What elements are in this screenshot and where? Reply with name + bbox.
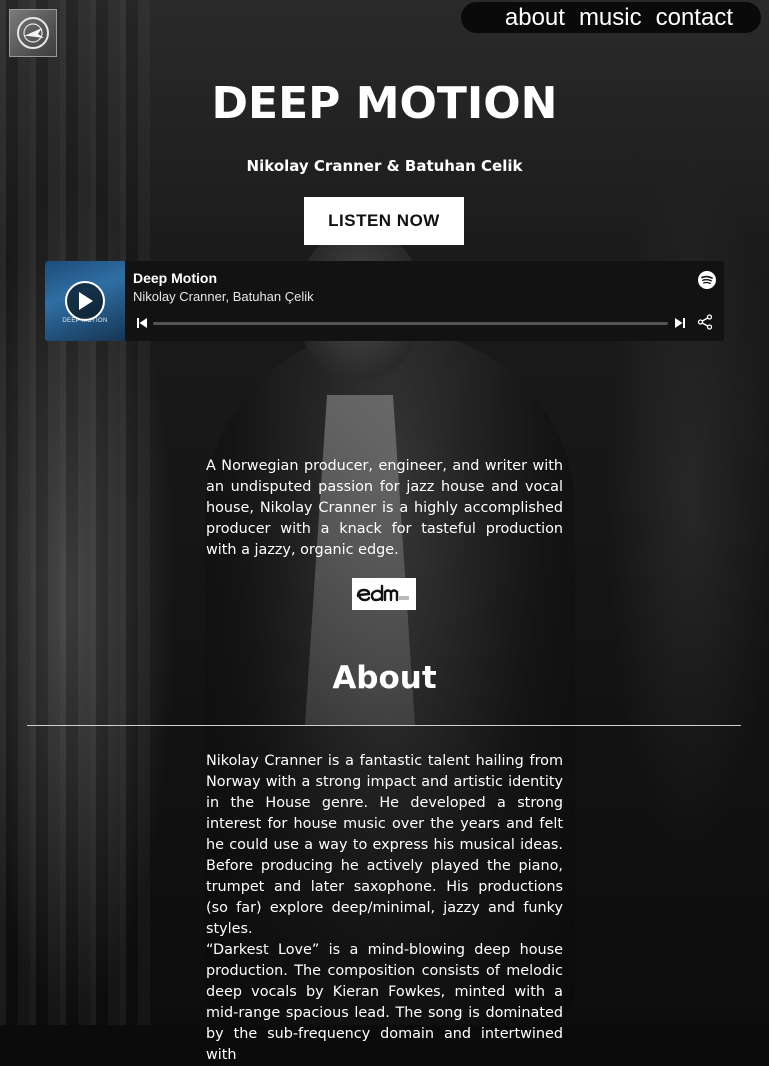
nav-music[interactable]: music — [579, 4, 642, 32]
track-title: Deep Motion — [133, 270, 217, 286]
play-icon — [79, 292, 93, 310]
spotify-embed-player: DEEP MOTION Deep Motion Nikolay Cranner,… — [45, 261, 724, 341]
next-track-icon[interactable] — [674, 317, 686, 329]
previous-track-icon[interactable] — [136, 317, 148, 329]
edm-logo-icon — [356, 584, 409, 602]
site-logo[interactable] — [9, 9, 57, 57]
about-heading: About — [332, 660, 437, 696]
spotify-icon[interactable] — [698, 271, 716, 289]
nav-about[interactable]: about — [505, 4, 565, 32]
share-icon[interactable] — [697, 314, 713, 330]
play-button[interactable] — [65, 281, 105, 321]
edm-press-logo[interactable] — [352, 578, 416, 610]
section-divider — [27, 725, 741, 726]
listen-now-button[interactable]: LISTEN NOW — [304, 197, 464, 245]
intro-paragraph: A Norwegian producer, engineer, and writ… — [206, 458, 563, 559]
spotify-waves — [701, 275, 713, 284]
page-title: DEEP MOTION — [211, 78, 558, 129]
background-wall — [0, 0, 150, 1025]
artist-credits: Nikolay Cranner & Batuhan Celik — [246, 157, 523, 175]
about-paragraph-1: Nikolay Cranner is a fantastic talent ha… — [206, 753, 563, 938]
nav-contact[interactable]: contact — [656, 4, 733, 32]
progress-bar[interactable] — [153, 322, 668, 325]
track-artist: Nikolay Cranner, Batuhan Çelik — [133, 289, 314, 304]
logo-emblem-icon — [17, 17, 49, 49]
main-nav: about music contact — [505, 4, 733, 32]
about-paragraph-2: “Darkest Love” is a mind-blowing deep ho… — [206, 942, 563, 1064]
album-cover: DEEP MOTION — [45, 261, 125, 341]
